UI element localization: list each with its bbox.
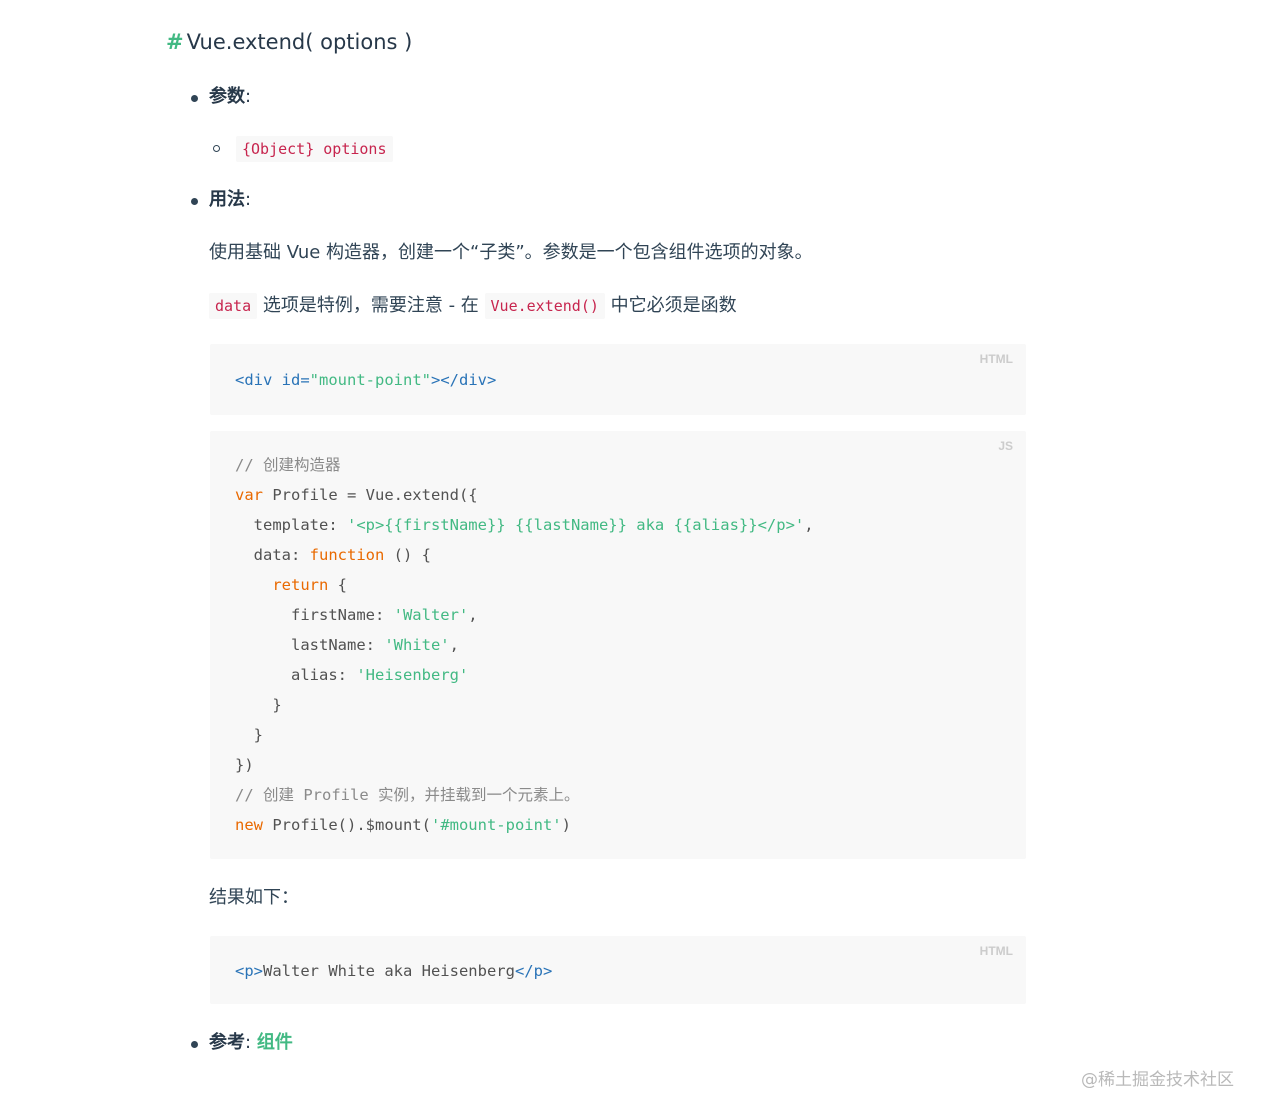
code-lang-label: JS bbox=[998, 439, 1013, 453]
data-code: data bbox=[209, 293, 258, 319]
code-content: <p>Walter White aka Heisenberg</p> bbox=[235, 962, 553, 980]
heading-anchor[interactable]: # bbox=[166, 30, 184, 54]
bullet-icon bbox=[191, 198, 198, 205]
watermark: @稀土掘金技术社区 bbox=[1081, 1070, 1234, 1090]
code-lang-label: HTML bbox=[979, 944, 1013, 958]
code-content: // 创建构造器 var Profile = Vue.extend({ temp… bbox=[235, 456, 814, 834]
page-heading: # Vue.extend( options ) bbox=[166, 26, 412, 58]
params-item: {Object} options bbox=[236, 136, 393, 162]
result-text: 结果如下： bbox=[209, 887, 299, 908]
see-also: 参考: 组件 bbox=[209, 1032, 293, 1053]
see-also-link-component[interactable]: 组件 bbox=[257, 1032, 293, 1053]
usage-label: 用法: bbox=[209, 189, 252, 210]
code-block-html: HTML <div id="mount-point"></div> bbox=[210, 344, 1026, 415]
usage-description: 使用基础 Vue 构造器，创建一个“子类”。参数是一个包含组件选项的对象。 bbox=[209, 242, 813, 263]
code-block-result: HTML <p>Walter White aka Heisenberg</p> bbox=[210, 936, 1026, 1004]
params-item-code: {Object} options bbox=[236, 136, 393, 162]
vue-extend-code: Vue.extend() bbox=[484, 293, 605, 319]
bullet-icon bbox=[191, 1041, 198, 1048]
bullet-icon bbox=[191, 95, 198, 102]
heading-title: Vue.extend( options ) bbox=[186, 30, 413, 54]
code-content: <div id="mount-point"></div> bbox=[235, 371, 497, 389]
circle-bullet-icon bbox=[213, 145, 220, 152]
params-label: 参数: bbox=[209, 86, 252, 107]
code-block-js: JS // 创建构造器 var Profile = Vue.extend({ t… bbox=[210, 431, 1026, 859]
code-lang-label: HTML bbox=[979, 352, 1013, 366]
usage-note: data 选项是特例，需要注意 - 在 Vue.extend() 中它必须是函数 bbox=[209, 293, 737, 319]
